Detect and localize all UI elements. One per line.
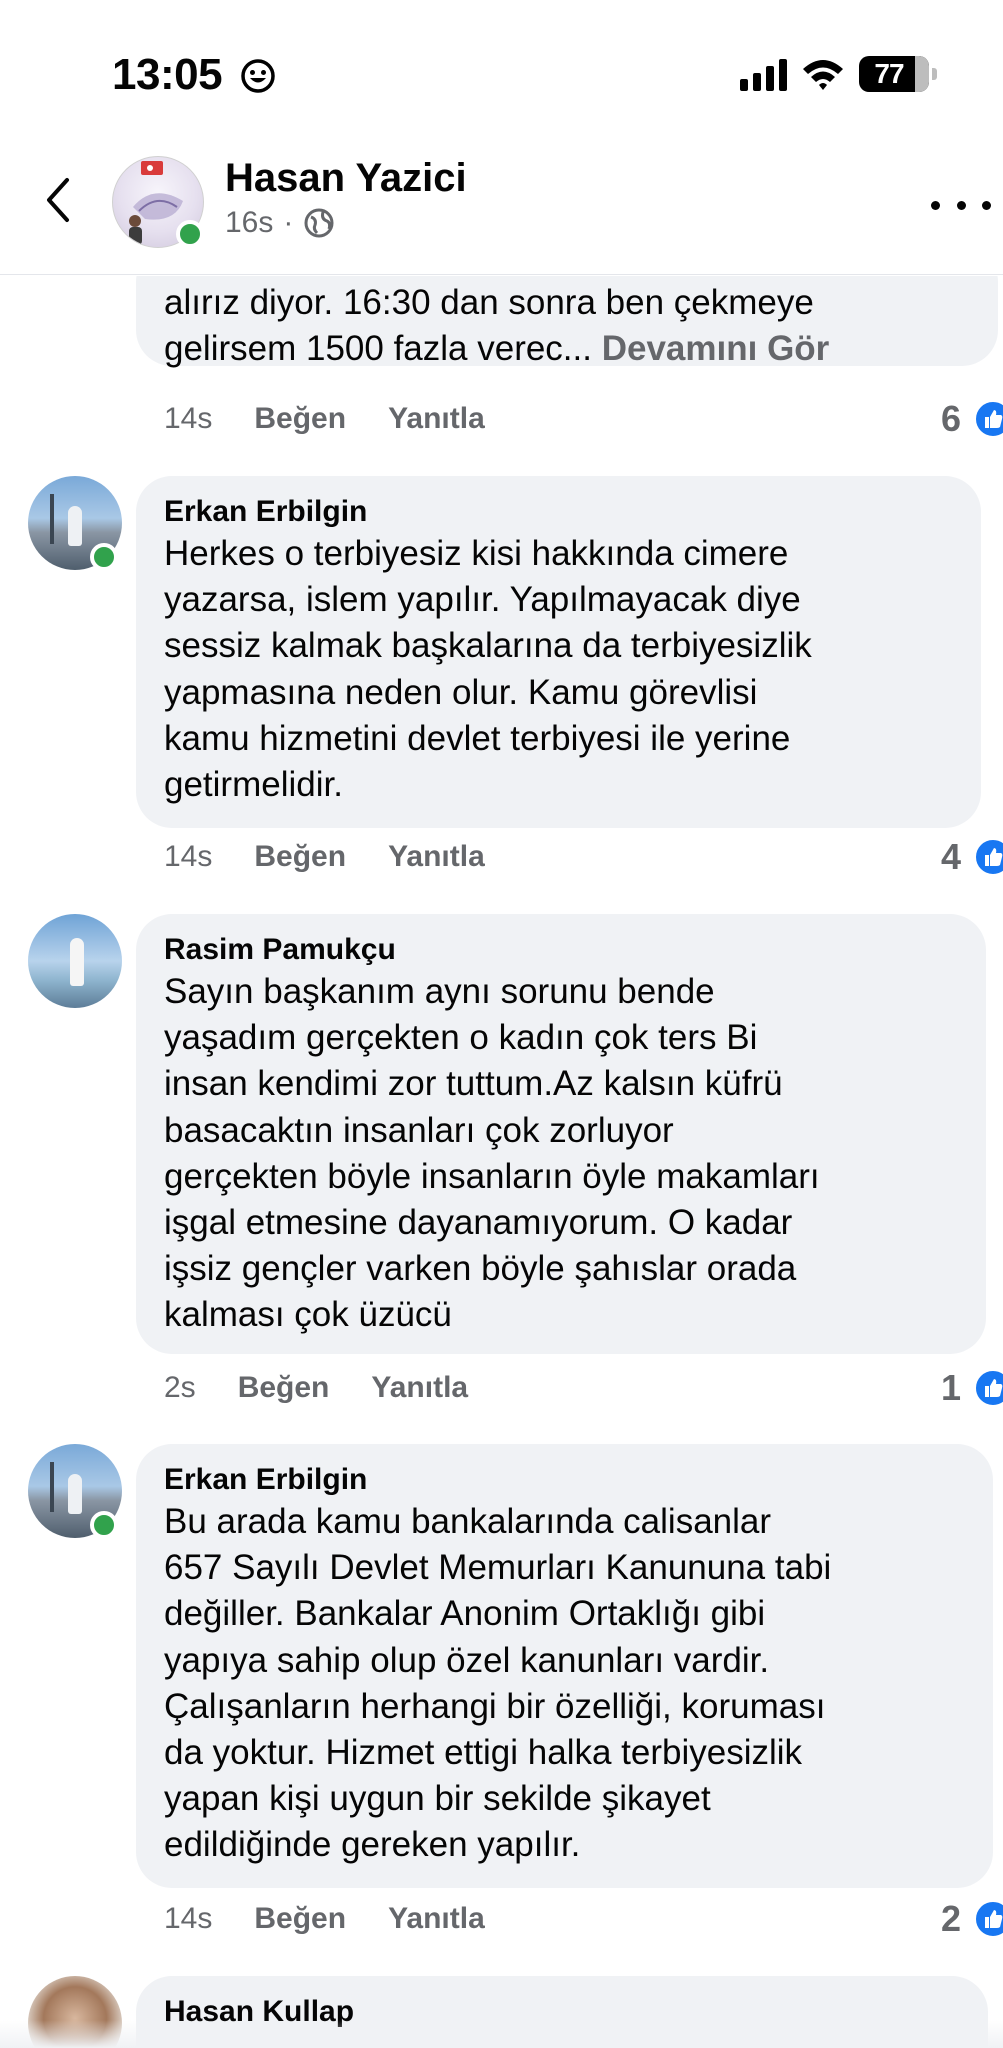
wifi-icon: [803, 60, 843, 90]
reply-button[interactable]: Yanıtla: [388, 840, 485, 874]
author-name[interactable]: Hasan Yazici: [225, 156, 467, 201]
post-header: Hasan Yazici 16s ·: [0, 150, 1003, 275]
thumbs-up-icon: [973, 1899, 1003, 1939]
reaction-count: 2: [940, 1898, 961, 1939]
meta-separator: ·: [283, 206, 294, 239]
globe-icon: [304, 208, 334, 238]
comment-time: 14s: [164, 840, 213, 873]
battery-icon: 77: [859, 56, 937, 92]
comment-bubble[interactable]: Erkan Erbilgin Bu arada kamu bankalarınd…: [136, 1444, 993, 1888]
commenter-name[interactable]: Rasim Pamukçu: [164, 930, 958, 969]
cellular-signal-icon: [740, 57, 787, 91]
comment-bubble-partial[interactable]: alırız diyor. 16:30 dan sonra ben çekmey…: [136, 276, 998, 368]
chevron-left-icon: [47, 178, 69, 222]
online-indicator: [90, 543, 118, 571]
like-button[interactable]: Beğen: [238, 1371, 330, 1405]
comment-bubble[interactable]: Rasim Pamukçu Sayın başkanım aynı sorunu…: [136, 914, 986, 1354]
comment-text: alırız diyor. 16:30 dan sonra ben çekmey…: [164, 280, 970, 372]
reply-button[interactable]: Yanıtla: [388, 402, 485, 436]
comment-text: Herkes o terbiyesiz kisi hakkında cimere…: [164, 534, 812, 804]
post-meta: 16s ·: [225, 206, 335, 240]
comment-time: 14s: [164, 402, 213, 435]
status-icons: 77: [740, 56, 937, 92]
reaction-summary[interactable]: 2: [941, 1898, 1003, 1940]
reaction-summary[interactable]: 1: [941, 1367, 1003, 1409]
commenter-avatar[interactable]: [28, 914, 122, 1008]
comment-actions: 14s Beğen Yanıtla 2: [164, 1898, 1003, 1939]
comment-actions: 2s Beğen Yanıtla 1: [164, 1367, 1003, 1408]
reply-button[interactable]: Yanıtla: [371, 1371, 468, 1405]
post-age: 16s: [225, 206, 274, 239]
reply-button[interactable]: Yanıtla: [388, 1902, 485, 1936]
comment-text: Sayın başkanım aynı sorunu bende yaşadım…: [164, 972, 820, 1335]
comment-time: 14s: [164, 1902, 213, 1935]
bottom-fade: [0, 2020, 1003, 2048]
comment-actions: 14s Beğen Yanıtla 4: [164, 836, 1003, 877]
status-time: 13:05: [112, 50, 223, 99]
battery-level: 77: [874, 58, 904, 89]
reaction-count: 4: [940, 836, 961, 877]
commenter-name[interactable]: Erkan Erbilgin: [164, 1460, 965, 1499]
online-indicator: [176, 220, 204, 248]
comment-time: 2s: [164, 1371, 196, 1404]
comment-bubble[interactable]: Erkan Erbilgin Herkes o terbiyesiz kisi …: [136, 476, 981, 828]
thumbs-up-icon: [973, 1368, 1003, 1408]
like-button[interactable]: Beğen: [254, 840, 346, 874]
reaction-summary[interactable]: 6: [941, 398, 1003, 440]
like-button[interactable]: Beğen: [254, 402, 346, 436]
reaction-summary[interactable]: 4: [941, 836, 1003, 878]
smiley-icon: [241, 59, 275, 93]
thumbs-up-icon: [973, 399, 1003, 439]
comments-list: alırız diyor. 16:30 dan sonra ben çekmey…: [0, 276, 1003, 2048]
more-horizontal-icon: [931, 200, 940, 210]
thumbs-up-icon: [973, 837, 1003, 877]
more-options-button[interactable]: [931, 190, 991, 220]
online-indicator: [90, 1511, 118, 1539]
like-button[interactable]: Beğen: [254, 1902, 346, 1936]
back-button[interactable]: [32, 170, 82, 230]
commenter-name[interactable]: Erkan Erbilgin: [164, 492, 953, 531]
comment-actions: 14s Beğen Yanıtla 6: [164, 398, 1003, 439]
comment-text: Bu arada kamu bankalarında calisanlar 65…: [164, 1502, 832, 1865]
see-more-link[interactable]: Devamını Gör: [602, 329, 830, 368]
reaction-count: 1: [940, 1367, 961, 1408]
status-bar: 13:05 77: [0, 0, 1003, 150]
reaction-count: 6: [940, 398, 961, 439]
